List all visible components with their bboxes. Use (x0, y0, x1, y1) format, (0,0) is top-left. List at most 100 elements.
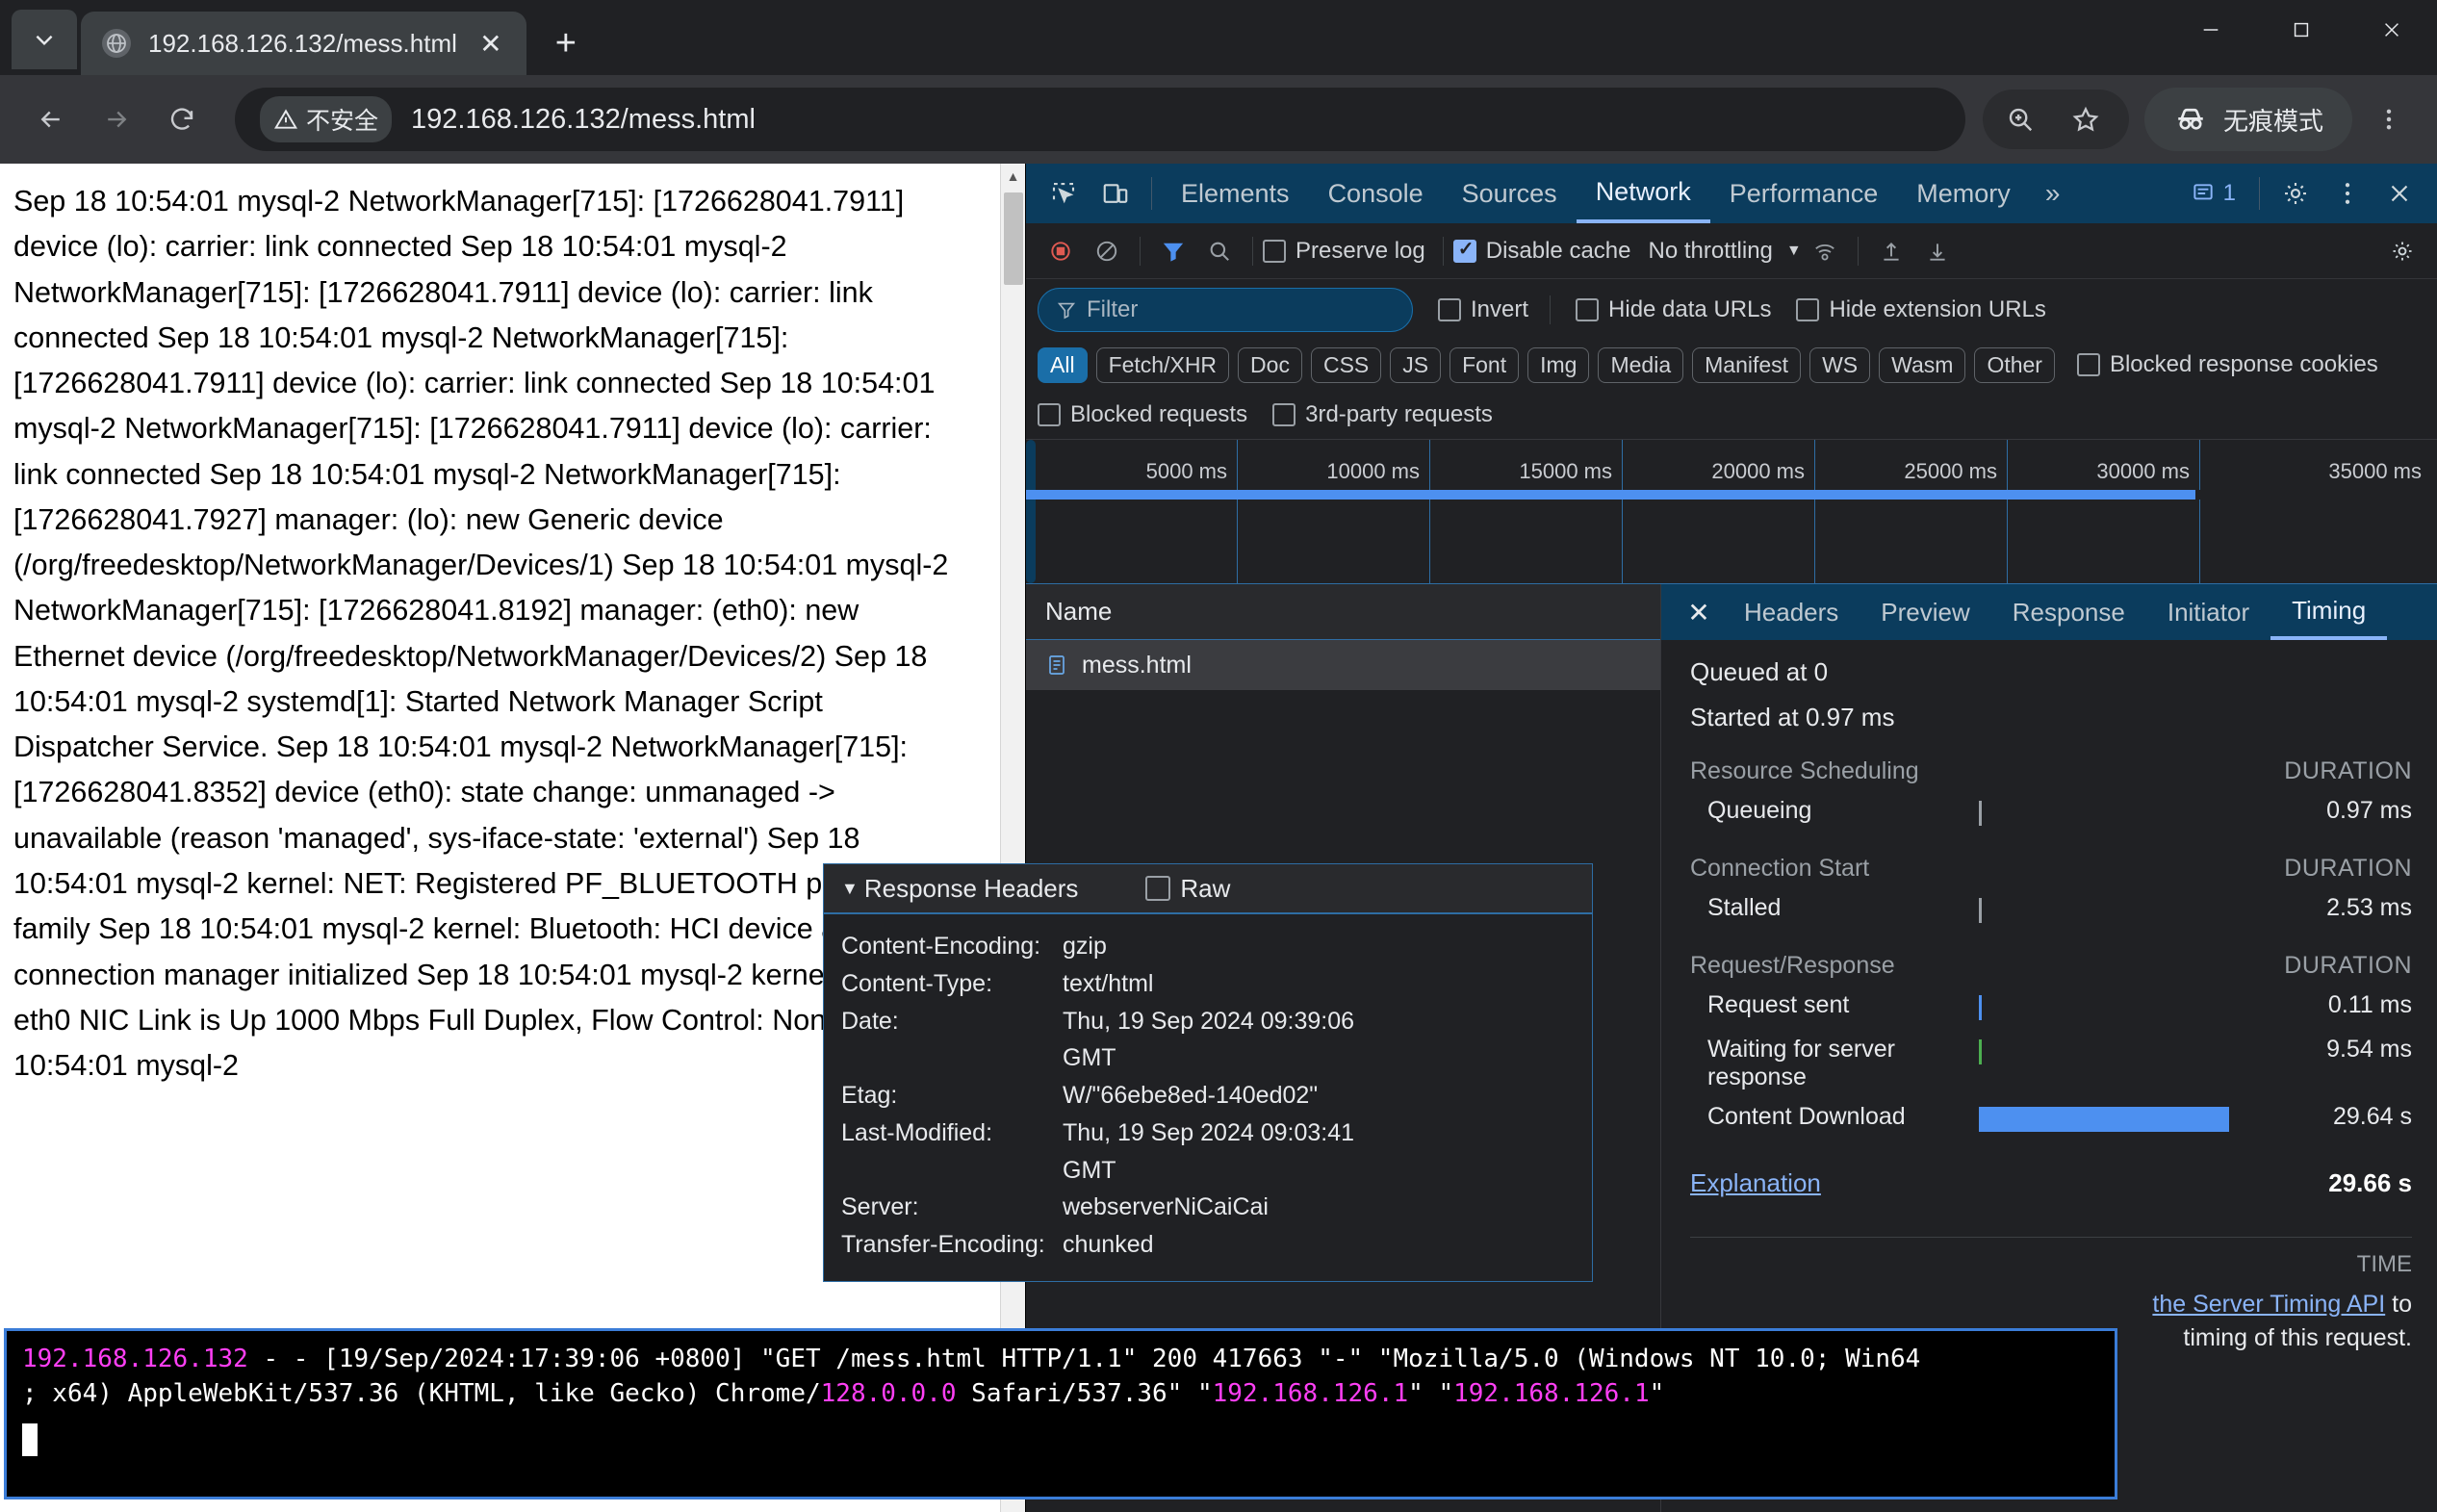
chip-manifest[interactable]: Manifest (1692, 347, 1801, 383)
close-detail-icon[interactable]: ✕ (1675, 584, 1723, 640)
device-toolbar-icon[interactable] (1090, 169, 1142, 218)
chip-media[interactable]: Media (1598, 347, 1683, 383)
raw-checkbox[interactable]: Raw (1145, 874, 1230, 904)
header-key: Server: (841, 1189, 1063, 1226)
zoom-icon[interactable] (1990, 90, 2050, 149)
blocked-response-cookies-checkbox[interactable]: Blocked response cookies (2077, 351, 2378, 378)
security-indicator[interactable]: 不安全 (260, 96, 392, 142)
header-value: Thu, 19 Sep 2024 09:03:41 GMT (1063, 1115, 1380, 1190)
terminal-overlay[interactable]: 192.168.126.132 - - [19/Sep/2024:17:39:0… (4, 1328, 2117, 1499)
star-icon[interactable] (2056, 90, 2116, 149)
close-icon[interactable]: ✕ (473, 25, 509, 62)
explanation-link[interactable]: Explanation (1690, 1168, 2328, 1198)
import-har-icon[interactable] (1868, 228, 1914, 274)
hide-data-urls-checkbox[interactable]: Hide data URLs (1576, 296, 1771, 323)
incognito-badge[interactable]: 无痕模式 (2144, 88, 2352, 151)
inspect-element-icon[interactable] (1038, 169, 1090, 218)
devtools-menu-icon[interactable] (2322, 169, 2373, 218)
devtools-close-icon[interactable] (2373, 169, 2425, 218)
browser-toolbar: 不安全 192.168.126.132/mess.html 无痕模式 (0, 75, 2437, 164)
timing-label: Request sent (1690, 991, 1979, 1019)
more-tabs-icon[interactable]: » (2030, 178, 2076, 209)
hide-extension-urls-checkbox[interactable]: Hide extension URLs (1796, 296, 2045, 323)
third-party-requests-label: 3rd-party requests (1305, 401, 1493, 428)
search-input[interactable]: Filter (1038, 288, 1413, 332)
header-key: Last-Modified: (841, 1115, 1063, 1190)
group-name: Connection Start (1690, 855, 2284, 883)
chip-wasm[interactable]: Wasm (1879, 347, 1965, 383)
page-scrollbar[interactable]: ▲ (1000, 164, 1025, 1512)
server-timing-api-link[interactable]: the Server Timing API (2152, 1291, 2385, 1318)
reload-button[interactable] (152, 90, 212, 149)
tab-console[interactable]: Console (1309, 164, 1443, 223)
close-window-button[interactable] (2347, 0, 2437, 60)
minimize-button[interactable] (2166, 0, 2256, 60)
throttling-select[interactable]: No throttling ▼ (1648, 238, 1801, 265)
blocked-requests-checkbox[interactable]: Blocked requests (1038, 401, 1247, 428)
network-settings-gear-icon[interactable] (2379, 228, 2425, 274)
disable-cache-checkbox[interactable]: Disable cache (1453, 238, 1631, 265)
export-har-icon[interactable] (1914, 228, 1961, 274)
chip-other[interactable]: Other (1974, 347, 2055, 383)
chip-js[interactable]: JS (1390, 347, 1441, 383)
tab-headers[interactable]: Headers (1723, 584, 1860, 640)
timing-content: Queued at 0 Started at 0.97 ms Resource … (1661, 640, 2437, 1355)
tab-preview[interactable]: Preview (1860, 584, 1990, 640)
scroll-up-icon[interactable]: ▲ (1001, 164, 1025, 189)
group-name: Resource Scheduling (1690, 757, 2284, 785)
record-icon[interactable] (1038, 228, 1084, 274)
header-value: chunked (1063, 1226, 1575, 1264)
address-bar[interactable]: 不安全 192.168.126.132/mess.html (235, 88, 1965, 151)
kebab-menu-icon[interactable] (2362, 90, 2416, 149)
search-icon[interactable] (1196, 228, 1243, 274)
message-count-badge[interactable]: 1 (2177, 180, 2249, 207)
timing-total-row: Explanation 29.66 s (1690, 1168, 2412, 1198)
response-headers-header[interactable]: ▼ Response Headers Raw (824, 864, 1592, 914)
checkbox-box (1438, 298, 1461, 321)
tab-performance[interactable]: Performance (1710, 164, 1898, 223)
tab-network[interactable]: Network (1577, 164, 1710, 223)
browser-tab[interactable]: 192.168.126.132/mess.html ✕ (81, 12, 526, 75)
chip-font[interactable]: Font (1449, 347, 1519, 383)
chip-css[interactable]: CSS (1311, 347, 1381, 383)
forward-button[interactable] (87, 90, 146, 149)
tab-memory[interactable]: Memory (1897, 164, 2030, 223)
third-party-requests-checkbox[interactable]: 3rd-party requests (1272, 401, 1493, 428)
table-row[interactable]: mess.html (1026, 640, 1660, 690)
tab-response[interactable]: Response (1991, 584, 2146, 640)
invert-checkbox[interactable]: Invert (1438, 296, 1528, 323)
response-headers-title[interactable]: ▼ Response Headers (841, 874, 1078, 904)
chip-all[interactable]: All (1038, 347, 1088, 383)
network-conditions-icon[interactable] (1802, 228, 1848, 274)
tab-sources[interactable]: Sources (1443, 164, 1577, 223)
filter-icon[interactable] (1150, 228, 1196, 274)
tab-elements[interactable]: Elements (1162, 164, 1309, 223)
raw-label: Raw (1180, 874, 1230, 904)
divider (1252, 237, 1253, 266)
maximize-button[interactable] (2256, 0, 2347, 60)
preserve-log-checkbox[interactable]: Preserve log (1263, 238, 1425, 265)
chip-fetch-xhr[interactable]: Fetch/XHR (1096, 347, 1229, 383)
tab-timing[interactable]: Timing (2270, 584, 2387, 640)
chip-img[interactable]: Img (1527, 347, 1589, 383)
terminal-client-ip: 192.168.126.132 (22, 1345, 248, 1373)
network-overview-timeline[interactable]: 5000 ms 10000 ms 15000 ms 20000 ms 25000… (1026, 439, 2437, 583)
timing-total-value: 29.66 s (2328, 1168, 2412, 1198)
reload-icon (167, 105, 196, 134)
timing-row: Stalled 2.53 ms (1690, 894, 2412, 927)
gear-icon[interactable] (2270, 169, 2322, 218)
column-header-name[interactable]: Name (1026, 584, 1660, 640)
new-tab-button[interactable]: + (544, 21, 588, 65)
chip-doc[interactable]: Doc (1238, 347, 1302, 383)
timing-bar-track (1979, 991, 2268, 1024)
chip-ws[interactable]: WS (1809, 347, 1870, 383)
tab-initiator[interactable]: Initiator (2146, 584, 2270, 640)
back-button[interactable] (21, 90, 81, 149)
tab-search-button[interactable] (12, 10, 77, 69)
clear-icon[interactable] (1084, 228, 1130, 274)
scrollbar-thumb[interactable] (1004, 192, 1023, 285)
arrow-right-icon (102, 105, 131, 134)
blocked-response-cookies-label: Blocked response cookies (2110, 351, 2378, 378)
incognito-icon (2173, 102, 2208, 137)
header-key: Date: (841, 1003, 1063, 1078)
